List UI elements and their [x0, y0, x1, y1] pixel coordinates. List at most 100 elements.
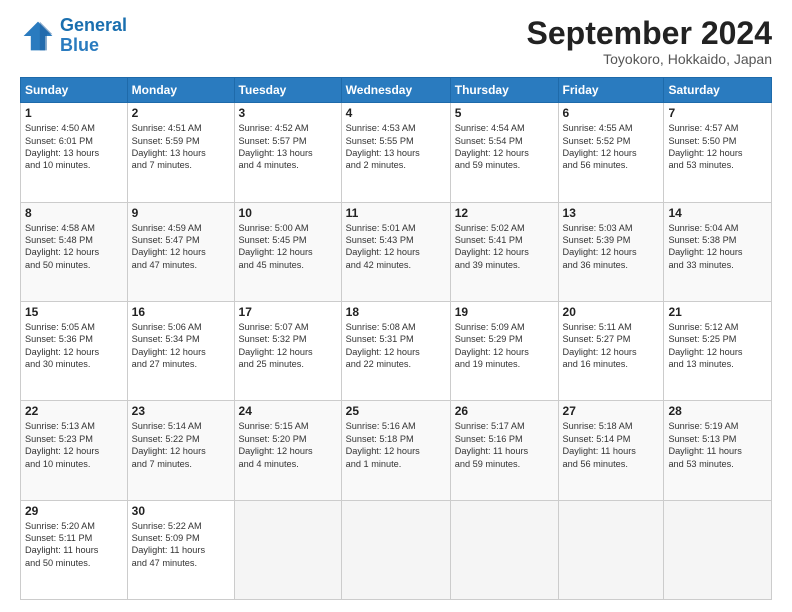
calendar-day-cell: 23 Sunrise: 5:14 AM Sunset: 5:22 PM Dayli… — [127, 401, 234, 500]
day-number: 15 — [25, 305, 123, 319]
day-number: 19 — [455, 305, 554, 319]
day-number: 7 — [668, 106, 767, 120]
day-info: Sunrise: 5:09 AM Sunset: 5:29 PM Dayligh… — [455, 321, 554, 371]
calendar-day-cell: 8 Sunrise: 4:58 AM Sunset: 5:48 PM Daylig… — [21, 202, 128, 301]
weekday-header-cell: Tuesday — [234, 78, 341, 103]
day-info: Sunrise: 5:06 AM Sunset: 5:34 PM Dayligh… — [132, 321, 230, 371]
calendar-day-cell: 29 Sunrise: 5:20 AM Sunset: 5:11 PM Dayli… — [21, 500, 128, 599]
day-number: 14 — [668, 206, 767, 220]
calendar-day-cell: 21 Sunrise: 5:12 AM Sunset: 5:25 PM Dayli… — [664, 301, 772, 400]
calendar-day-cell: 19 Sunrise: 5:09 AM Sunset: 5:29 PM Dayli… — [450, 301, 558, 400]
day-info: Sunrise: 5:03 AM Sunset: 5:39 PM Dayligh… — [563, 222, 660, 272]
day-number: 11 — [346, 206, 446, 220]
day-info: Sunrise: 5:17 AM Sunset: 5:16 PM Dayligh… — [455, 420, 554, 470]
calendar-day-cell: 22 Sunrise: 5:13 AM Sunset: 5:23 PM Dayli… — [21, 401, 128, 500]
day-info: Sunrise: 5:15 AM Sunset: 5:20 PM Dayligh… — [239, 420, 337, 470]
day-number: 27 — [563, 404, 660, 418]
day-info: Sunrise: 5:11 AM Sunset: 5:27 PM Dayligh… — [563, 321, 660, 371]
day-info: Sunrise: 5:12 AM Sunset: 5:25 PM Dayligh… — [668, 321, 767, 371]
day-info: Sunrise: 5:14 AM Sunset: 5:22 PM Dayligh… — [132, 420, 230, 470]
calendar-day-cell: 1 Sunrise: 4:50 AM Sunset: 6:01 PM Daylig… — [21, 103, 128, 202]
weekday-header-cell: Thursday — [450, 78, 558, 103]
logo-general: General — [60, 15, 127, 35]
day-number: 5 — [455, 106, 554, 120]
day-info: Sunrise: 4:50 AM Sunset: 6:01 PM Dayligh… — [25, 122, 123, 172]
day-number: 9 — [132, 206, 230, 220]
day-number: 21 — [668, 305, 767, 319]
calendar-body: 1 Sunrise: 4:50 AM Sunset: 6:01 PM Daylig… — [21, 103, 772, 600]
logo-text: General Blue — [60, 16, 127, 56]
day-number: 26 — [455, 404, 554, 418]
weekday-header-cell: Monday — [127, 78, 234, 103]
day-number: 13 — [563, 206, 660, 220]
day-info: Sunrise: 4:55 AM Sunset: 5:52 PM Dayligh… — [563, 122, 660, 172]
day-info: Sunrise: 5:00 AM Sunset: 5:45 PM Dayligh… — [239, 222, 337, 272]
weekday-header-cell: Sunday — [21, 78, 128, 103]
calendar-day-cell — [558, 500, 664, 599]
calendar-day-cell: 13 Sunrise: 5:03 AM Sunset: 5:39 PM Dayli… — [558, 202, 664, 301]
day-number: 6 — [563, 106, 660, 120]
weekday-header-cell: Friday — [558, 78, 664, 103]
day-info: Sunrise: 4:57 AM Sunset: 5:50 PM Dayligh… — [668, 122, 767, 172]
day-info: Sunrise: 5:20 AM Sunset: 5:11 PM Dayligh… — [25, 520, 123, 570]
calendar-day-cell: 28Sunrise: 5:19 AM Sunset: 5:13 PM Dayli… — [664, 401, 772, 500]
day-number: 30 — [132, 504, 230, 518]
calendar-week-row: 8 Sunrise: 4:58 AM Sunset: 5:48 PM Daylig… — [21, 202, 772, 301]
day-info: Sunrise: 5:19 AM Sunset: 5:13 PM Dayligh… — [668, 420, 767, 470]
calendar-day-cell: 14 Sunrise: 5:04 AM Sunset: 5:38 PM Dayli… — [664, 202, 772, 301]
day-number: 18 — [346, 305, 446, 319]
day-info: Sunrise: 5:08 AM Sunset: 5:31 PM Dayligh… — [346, 321, 446, 371]
calendar-week-row: 1 Sunrise: 4:50 AM Sunset: 6:01 PM Daylig… — [21, 103, 772, 202]
calendar-day-cell: 24Sunrise: 5:15 AM Sunset: 5:20 PM Dayli… — [234, 401, 341, 500]
day-info: Sunrise: 5:07 AM Sunset: 5:32 PM Dayligh… — [239, 321, 337, 371]
day-number: 3 — [239, 106, 337, 120]
day-number: 10 — [239, 206, 337, 220]
calendar-day-cell: 3 Sunrise: 4:52 AM Sunset: 5:57 PM Daylig… — [234, 103, 341, 202]
day-info: Sunrise: 5:13 AM Sunset: 5:23 PM Dayligh… — [25, 420, 123, 470]
page: General Blue September 2024 Toyokoro, Ho… — [0, 0, 792, 612]
day-number: 17 — [239, 305, 337, 319]
calendar-day-cell: 20 Sunrise: 5:11 AM Sunset: 5:27 PM Dayli… — [558, 301, 664, 400]
day-number: 16 — [132, 305, 230, 319]
calendar-day-cell: 10 Sunrise: 5:00 AM Sunset: 5:45 PM Dayli… — [234, 202, 341, 301]
day-info: Sunrise: 5:05 AM Sunset: 5:36 PM Dayligh… — [25, 321, 123, 371]
calendar-day-cell — [664, 500, 772, 599]
calendar-week-row: 15 Sunrise: 5:05 AM Sunset: 5:36 PM Dayli… — [21, 301, 772, 400]
calendar-day-cell: 12 Sunrise: 5:02 AM Sunset: 5:41 PM Dayli… — [450, 202, 558, 301]
calendar-day-cell: 17 Sunrise: 5:07 AM Sunset: 5:32 PM Dayli… — [234, 301, 341, 400]
calendar-day-cell: 2Sunrise: 4:51 AM Sunset: 5:59 PM Daylig… — [127, 103, 234, 202]
day-number: 1 — [25, 106, 123, 120]
day-number: 20 — [563, 305, 660, 319]
day-info: Sunrise: 5:16 AM Sunset: 5:18 PM Dayligh… — [346, 420, 446, 470]
day-info: Sunrise: 5:02 AM Sunset: 5:41 PM Dayligh… — [455, 222, 554, 272]
calendar-day-cell: 30 Sunrise: 5:22 AM Sunset: 5:09 PM Dayli… — [127, 500, 234, 599]
calendar-day-cell: 25 Sunrise: 5:16 AM Sunset: 5:18 PM Dayli… — [341, 401, 450, 500]
day-info: Sunrise: 4:52 AM Sunset: 5:57 PM Dayligh… — [239, 122, 337, 172]
logo-blue: Blue — [60, 35, 99, 55]
calendar-day-cell: 26 Sunrise: 5:17 AM Sunset: 5:16 PM Dayli… — [450, 401, 558, 500]
day-number: 8 — [25, 206, 123, 220]
day-number: 23 — [132, 404, 230, 418]
day-info: Sunrise: 5:04 AM Sunset: 5:38 PM Dayligh… — [668, 222, 767, 272]
day-number: 12 — [455, 206, 554, 220]
calendar-day-cell — [450, 500, 558, 599]
day-info: Sunrise: 4:53 AM Sunset: 5:55 PM Dayligh… — [346, 122, 446, 172]
calendar-day-cell: 27 Sunrise: 5:18 AM Sunset: 5:14 PM Dayli… — [558, 401, 664, 500]
calendar-day-cell — [234, 500, 341, 599]
day-info: Sunrise: 5:22 AM Sunset: 5:09 PM Dayligh… — [132, 520, 230, 570]
day-info: Sunrise: 4:54 AM Sunset: 5:54 PM Dayligh… — [455, 122, 554, 172]
logo: General Blue — [20, 16, 127, 56]
calendar-day-cell: 11Sunrise: 5:01 AM Sunset: 5:43 PM Dayli… — [341, 202, 450, 301]
day-info: Sunrise: 5:18 AM Sunset: 5:14 PM Dayligh… — [563, 420, 660, 470]
day-info: Sunrise: 4:59 AM Sunset: 5:47 PM Dayligh… — [132, 222, 230, 272]
day-number: 29 — [25, 504, 123, 518]
calendar-week-row: 22 Sunrise: 5:13 AM Sunset: 5:23 PM Dayli… — [21, 401, 772, 500]
title-block: September 2024 Toyokoro, Hokkaido, Japan — [527, 16, 772, 67]
weekday-header-cell: Saturday — [664, 78, 772, 103]
day-info: Sunrise: 4:58 AM Sunset: 5:48 PM Dayligh… — [25, 222, 123, 272]
day-number: 25 — [346, 404, 446, 418]
month-title: September 2024 — [527, 16, 772, 51]
calendar-day-cell: 15 Sunrise: 5:05 AM Sunset: 5:36 PM Dayli… — [21, 301, 128, 400]
calendar-day-cell: 5 Sunrise: 4:54 AM Sunset: 5:54 PM Daylig… — [450, 103, 558, 202]
day-number: 22 — [25, 404, 123, 418]
